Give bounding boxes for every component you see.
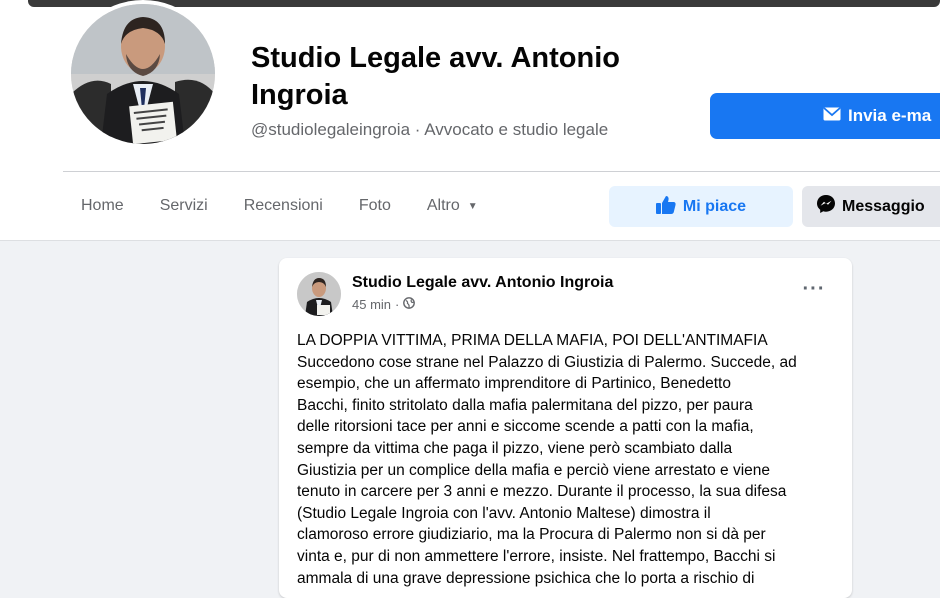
send-email-label: Invia e-ma bbox=[848, 106, 932, 125]
envelope-icon bbox=[823, 106, 841, 126]
like-label: Mi piace bbox=[682, 197, 747, 215]
page-category: Avvocato e studio legale bbox=[424, 120, 609, 139]
tab-home[interactable]: Home bbox=[63, 186, 142, 226]
post-line: Giustizia per un complice della mafia e … bbox=[297, 461, 770, 479]
tab-servizi[interactable]: Servizi bbox=[142, 186, 226, 226]
separator-dot: · bbox=[414, 120, 425, 139]
caret-down-icon: ▼ bbox=[467, 200, 478, 212]
post-meta: 45 min · bbox=[352, 297, 416, 312]
messenger-icon bbox=[816, 194, 836, 219]
page-header: Studio Legale avv. Antonio Ingroia @stud… bbox=[0, 0, 940, 241]
page-tabs: Home Servizi Recensioni Foto Altro ▼ bbox=[63, 186, 496, 228]
tab-altro[interactable]: Altro ▼ bbox=[409, 186, 496, 226]
post-author-avatar[interactable] bbox=[297, 272, 341, 316]
post-line: sempre da vittima che paga il pizzo, vie… bbox=[297, 439, 733, 457]
post-line: Succedono cose strane nel Palazzo di Giu… bbox=[297, 353, 797, 371]
tab-foto[interactable]: Foto bbox=[341, 186, 409, 226]
post-line: ammala di una grave depressione psichica… bbox=[297, 569, 755, 587]
post-line: vinta e, pur di non ammettere l'errore, … bbox=[297, 547, 776, 565]
post-line: Bacchi, finito stritolato dalla mafia pa… bbox=[297, 396, 753, 414]
meta-separator: · bbox=[395, 297, 400, 312]
post-line: clamoroso errore giudiziario, ma la Proc… bbox=[297, 526, 766, 544]
tab-recensioni-label: Recensioni bbox=[243, 197, 323, 214]
thumbs-up-icon bbox=[655, 195, 676, 219]
post-author-name[interactable]: Studio Legale avv. Antonio Ingroia bbox=[352, 274, 613, 292]
message-button[interactable]: Messaggio bbox=[802, 186, 940, 227]
post-text: LA DOPPIA VITTIMA, PRIMA DELLA MAFIA, PO… bbox=[297, 330, 837, 589]
tab-recensioni[interactable]: Recensioni bbox=[226, 186, 341, 226]
post-line: tenuto in carcere per 3 anni e mezzo. Du… bbox=[297, 483, 787, 501]
post-card: Studio Legale avv. Antonio Ingroia 45 mi… bbox=[279, 258, 852, 598]
send-email-button[interactable]: Invia e-ma bbox=[710, 93, 940, 139]
post-line: LA DOPPIA VITTIMA, PRIMA DELLA MAFIA, PO… bbox=[297, 332, 768, 349]
more-icon[interactable]: ··· bbox=[799, 279, 829, 306]
post-line: esempio, che un affermato imprenditore d… bbox=[297, 375, 731, 393]
page-subtitle: @studiolegaleingroia · Avvocato e studio… bbox=[251, 120, 608, 140]
profile-picture[interactable] bbox=[67, 0, 219, 148]
like-button[interactable]: Mi piace bbox=[609, 186, 793, 227]
tab-servizi-label: Servizi bbox=[159, 197, 208, 214]
header-divider bbox=[63, 171, 940, 172]
post-line: (Studio Legale Ingroia con l'avv. Antoni… bbox=[297, 504, 711, 522]
tab-altro-label: Altro bbox=[426, 197, 460, 214]
globe-icon bbox=[403, 297, 416, 312]
page-title: Studio Legale avv. Antonio Ingroia bbox=[251, 42, 620, 111]
message-label: Messaggio bbox=[842, 197, 925, 215]
tab-home-label: Home bbox=[81, 197, 124, 214]
page-handle: @studiolegaleingroia bbox=[251, 120, 411, 139]
post-line: delle ritorsioni tace per anni e siccome… bbox=[297, 418, 754, 436]
tab-foto-label: Foto bbox=[358, 197, 391, 214]
post-timestamp[interactable]: 45 min bbox=[352, 297, 391, 312]
